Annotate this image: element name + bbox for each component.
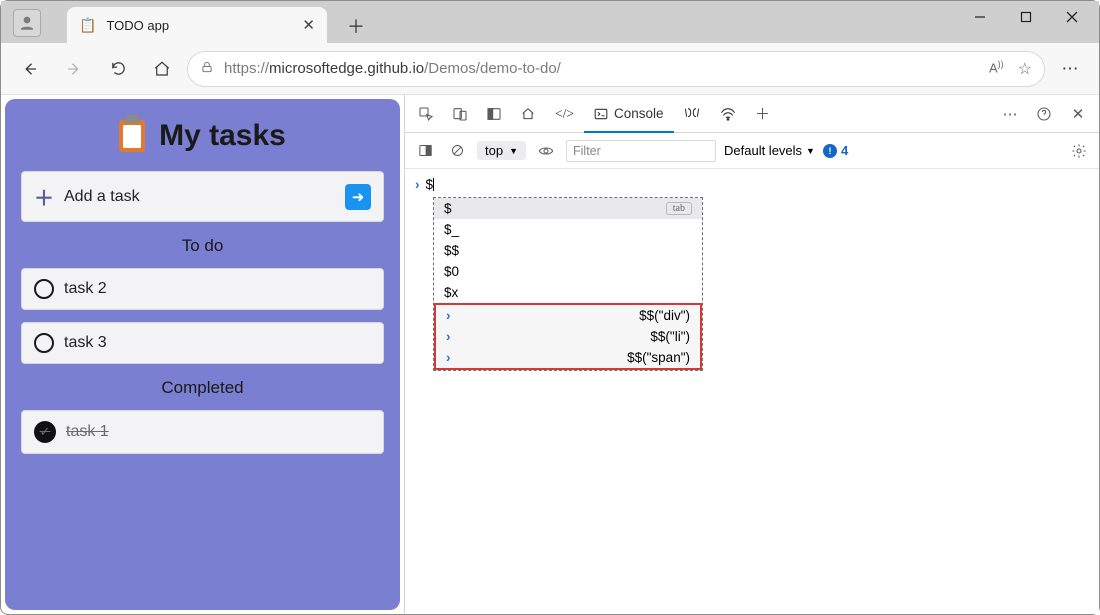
close-window-button[interactable] [1049,1,1095,33]
task-label: task 2 [64,280,107,298]
tab-title: TODO app [106,18,169,33]
devtools-more-button[interactable]: ⋯ [993,95,1027,132]
section-header-completed: Completed [21,378,384,398]
task-row-completed[interactable]: ✓ task 1 [21,410,384,454]
forward-button [55,50,93,88]
clipboard-icon: 📋 [79,17,96,34]
browser-tabs: 📋 TODO app ✕ ＋ [51,1,957,43]
unchecked-icon[interactable] [34,333,54,353]
task-row[interactable]: task 3 [21,322,384,364]
browser-tab-active[interactable]: 📋 TODO app ✕ [67,7,327,43]
browser-menu-button[interactable]: ⋯ [1051,50,1089,88]
filter-input[interactable]: Filter [566,140,716,162]
tab-network[interactable] [710,95,746,132]
maximize-button[interactable] [1003,1,1049,33]
task-label: task 1 [66,423,109,441]
home-button[interactable] [143,50,181,88]
chevron-down-icon: ▼ [806,146,815,156]
autocomplete-item[interactable]: $_ [434,219,702,240]
todo-heading: My tasks [21,119,384,153]
minimize-button[interactable] [957,1,1003,33]
autocomplete-popup: $ tab $_ $$ $0 $x ›$$("div") ›$$("li") ›… [433,197,703,371]
autocomplete-history-item[interactable]: ›$$("div") [436,305,700,326]
tab-welcome[interactable] [511,95,545,132]
back-button[interactable] [11,50,49,88]
issues-icon: ! [823,144,837,158]
devtools-tabstrip: </> Console ＋ ⋯ ✕ [405,95,1099,133]
more-tabs-button[interactable]: ＋ [746,95,780,132]
close-tab-button[interactable]: ✕ [302,16,315,34]
tab-sources[interactable] [674,95,710,132]
unchecked-icon[interactable] [34,279,54,299]
devtools-help-button[interactable] [1027,95,1061,132]
task-row[interactable]: task 2 [21,268,384,310]
dock-side-button[interactable] [477,95,511,132]
plus-icon: ＋ [34,182,54,211]
chevron-down-icon: ▼ [509,146,518,156]
url-input[interactable]: https://microsoftedge.github.io/Demos/de… [187,51,1045,87]
toggle-sidebar-button[interactable] [413,143,437,158]
devtools-close-button[interactable]: ✕ [1061,95,1095,132]
url-text: https://microsoftedge.github.io/Demos/de… [224,60,561,77]
console-prompt[interactable]: › $ [415,173,1089,196]
autocomplete-history-item[interactable]: ›$$("span") [436,347,700,368]
devtools-panel: </> Console ＋ ⋯ ✕ top ▼ Filter Default l… [404,95,1099,614]
execution-context-select[interactable]: top ▼ [477,141,526,160]
autocomplete-item[interactable]: $0 [434,261,702,282]
title-bar: 📋 TODO app ✕ ＋ [1,1,1099,43]
autocomplete-history-group: ›$$("div") ›$$("li") ›$$("span") [434,303,702,370]
profile-avatar[interactable] [13,9,41,37]
clear-console-button[interactable] [445,143,469,158]
log-levels-select[interactable]: Default levels ▼ [724,143,815,158]
clipboard-icon [119,120,145,152]
section-header-todo: To do [21,236,384,256]
autocomplete-history-item[interactable]: ›$$("li") [436,326,700,347]
console-input-text: $ [426,177,434,192]
autocomplete-item[interactable]: $ tab [434,198,702,219]
issues-counter[interactable]: ! 4 [823,143,848,158]
autocomplete-item[interactable]: $$ [434,240,702,261]
read-aloud-button[interactable]: A)) [989,59,1004,79]
device-toggle-button[interactable] [443,95,477,132]
address-bar: https://microsoftedge.github.io/Demos/de… [1,43,1099,95]
live-expression-button[interactable] [534,145,558,157]
console-settings-button[interactable] [1067,143,1091,159]
window-controls [957,1,1099,33]
console-toolbar: top ▼ Filter Default levels ▼ ! 4 [405,133,1099,169]
inspect-element-button[interactable] [409,95,443,132]
text-caret [433,178,434,191]
tab-hint: tab [666,202,692,215]
tab-console[interactable]: Console [584,95,674,132]
add-task-input[interactable]: ＋ Add a task ➜ [21,171,384,222]
add-task-placeholder: Add a task [64,188,140,206]
todo-app: My tasks ＋ Add a task ➜ To do task 2 tas… [5,99,400,610]
new-tab-button[interactable]: ＋ [339,9,373,43]
submit-task-button[interactable]: ➜ [345,184,371,210]
task-label: task 3 [64,334,107,352]
tab-elements[interactable]: </> [545,95,584,132]
favorite-button[interactable]: ☆ [1018,59,1032,79]
console-body[interactable]: › $ $ tab $_ $$ $0 $x ›$$("div") ›$$("li… [405,169,1099,614]
lock-icon [200,60,214,77]
tab-console-label: Console [614,106,664,121]
prompt-chevron-icon: › [415,177,420,192]
checked-icon[interactable]: ✓ [34,421,56,443]
autocomplete-item[interactable]: $x [434,282,702,303]
reload-button[interactable] [99,50,137,88]
